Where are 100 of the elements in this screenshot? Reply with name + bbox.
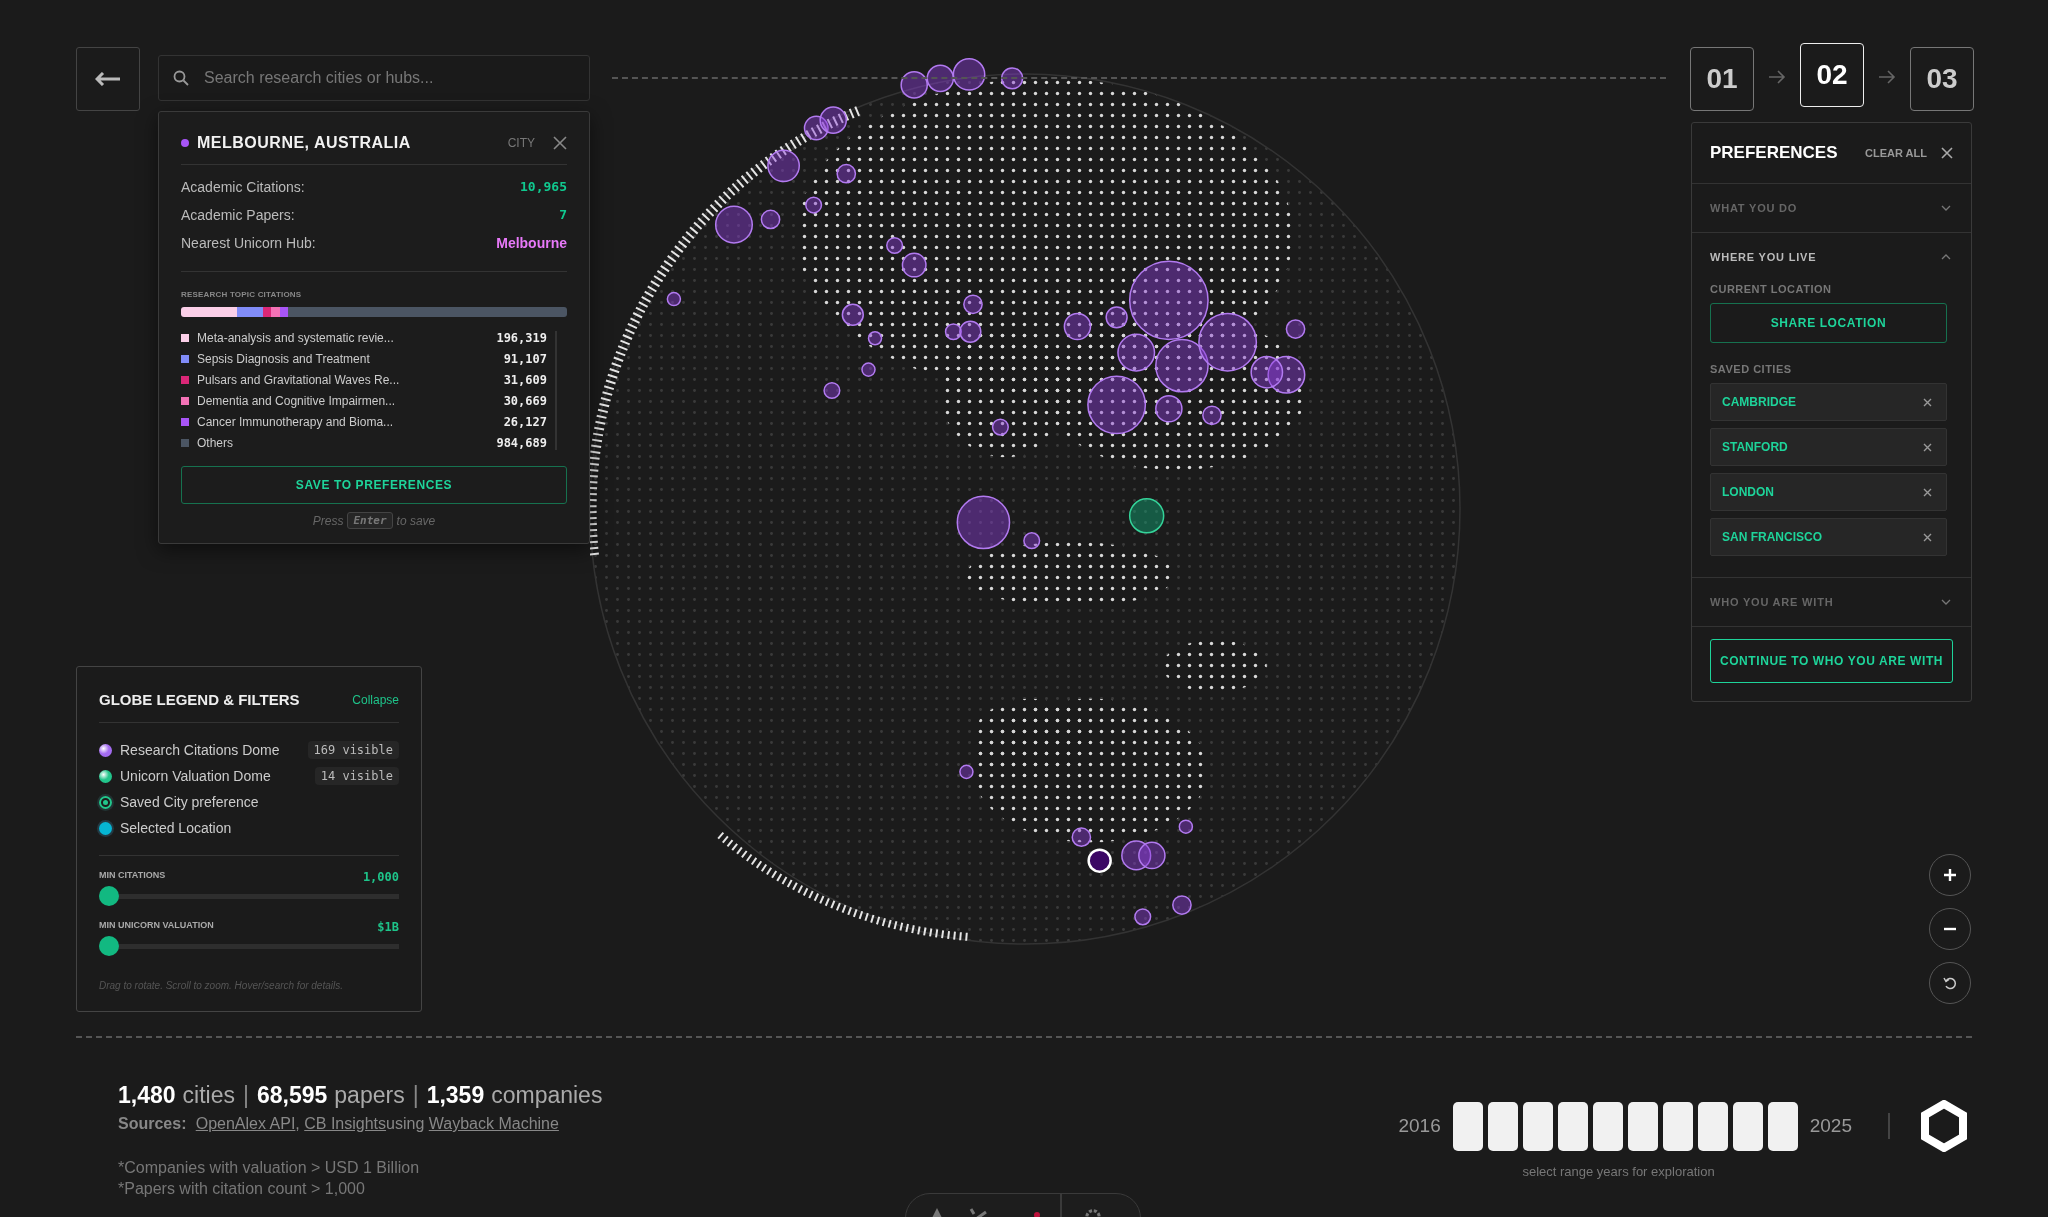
save-button[interactable]: SAVE TO PREFERENCES (181, 466, 567, 504)
separator: | (412, 1082, 419, 1109)
topic-value: 984,689 (496, 436, 547, 450)
minus-icon (1943, 927, 1957, 931)
chevron-down-icon (1941, 205, 1951, 211)
remove-icon[interactable] (1923, 487, 1932, 497)
legend-label: Selected Location (120, 820, 233, 836)
stat-value: Melbourne (496, 235, 567, 251)
search-icon (173, 70, 189, 86)
city-title: MELBOURNE, AUSTRALIA (197, 134, 412, 152)
topic-name: Dementia and Cognitive Impairmen... (197, 394, 397, 408)
sources-note: Sources: OpenAlex API, CB Insightsusing Wayback Machine (118, 1115, 560, 1133)
topic-name: Others (197, 436, 234, 450)
remove-icon[interactable] (1923, 442, 1932, 452)
hint-text: Press (312, 513, 344, 528)
topic-value: 26,127 (503, 415, 547, 429)
step-tab[interactable]: 03 (1910, 47, 1974, 111)
panel-title: GLOBE LEGEND & FILTERS (99, 691, 300, 708)
city-name: LONDON (1722, 485, 1774, 499)
topic-value: 30,669 (503, 394, 547, 408)
stat-value: 10,965 (520, 179, 567, 195)
stat-label: Nearest Unicorn Hub: (181, 235, 316, 251)
footnote: *Papers with citation count > 1,000 (118, 1179, 366, 1199)
year-cell[interactable] (1662, 1101, 1693, 1151)
source-link[interactable]: CB Insights (304, 1115, 387, 1132)
city-name: SAN FRANCISCO (1722, 530, 1822, 544)
source-link[interactable]: Wayback Machine (428, 1115, 559, 1132)
zoom-in-button[interactable] (1929, 854, 1971, 896)
stat-label: Academic Citations: (181, 179, 305, 195)
year-label: 2016 (1398, 1115, 1441, 1137)
topic-value: 196,319 (496, 331, 547, 345)
field-label: SAVED CITIES (1710, 363, 1793, 375)
back-arrow-icon (95, 72, 121, 86)
slider-thumb[interactable] (99, 936, 119, 956)
field-label: CURRENT LOCATION (1710, 283, 1833, 295)
chevron-up-icon (1941, 254, 1951, 260)
chevron-down-icon (1941, 599, 1951, 605)
count-badge: 14 visible (314, 767, 399, 785)
year-cell[interactable] (1592, 1101, 1623, 1151)
slider-value: 1,000 (362, 870, 399, 884)
count-number: 1,480 (118, 1082, 176, 1109)
slider-thumb[interactable] (99, 886, 119, 906)
search-field[interactable]: Search research cities or hubs... (158, 55, 590, 101)
legend-label: Saved City preference (120, 794, 260, 810)
close-icon[interactable] (1941, 147, 1953, 159)
clear-all-button[interactable]: CLEAR ALL (1865, 147, 1927, 159)
year-cell[interactable] (1522, 1101, 1553, 1151)
slider-label: MIN UNICORN VALUATION (99, 920, 214, 932)
panel-title: PREFERENCES (1710, 143, 1839, 163)
legend-label: Research Citations Dome (120, 742, 281, 758)
topic-value: 91,107 (503, 352, 547, 366)
topic-name: Cancer Immunotherapy and Bioma... (197, 415, 395, 429)
year-cell[interactable] (1697, 1101, 1728, 1151)
city-name: STANFORD (1722, 440, 1788, 454)
share-location-button[interactable]: SHARE LOCATION (1710, 303, 1947, 343)
close-icon[interactable] (553, 136, 567, 150)
count-unit: papers (334, 1082, 405, 1109)
topic-value: 31,609 (503, 373, 547, 387)
reset-view-button[interactable] (1929, 962, 1971, 1004)
remove-icon[interactable] (1923, 397, 1932, 407)
step-tab[interactable]: 01 (1690, 47, 1754, 111)
back-button[interactable] (76, 47, 140, 111)
arrow-right-icon (1878, 70, 1896, 84)
footnote: *Companies with valuation > USD 1 Billion (118, 1158, 421, 1178)
caption: select range years for exploration (1522, 1164, 1715, 1179)
slider-label: MIN CITATIONS (99, 870, 166, 882)
year-cell[interactable] (1487, 1101, 1518, 1151)
section-heading: RESEARCH TOPIC CITATIONS (181, 290, 303, 299)
slider-value: $1B (377, 920, 399, 934)
section-header[interactable]: WHERE YOU LIVE (1692, 233, 1971, 281)
city-type: CITY (507, 136, 535, 150)
year-label: 2025 (1809, 1115, 1852, 1137)
count-number: 68,595 (256, 1082, 328, 1109)
plus-icon (1943, 868, 1957, 882)
arrow-right-icon (1768, 70, 1786, 84)
legend-label: Unicorn Valuation Dome (120, 768, 272, 784)
count-unit: companies (491, 1082, 603, 1109)
topic-name: Meta-analysis and systematic revie... (197, 331, 395, 345)
source-link[interactable]: OpenAlex API (195, 1115, 296, 1132)
topic-name: Sepsis Diagnosis and Treatment (197, 352, 371, 366)
city-name: CAMBRIDGE (1722, 395, 1796, 409)
year-cell[interactable] (1732, 1101, 1763, 1151)
topic-name: Pulsars and Gravitational Waves Re... (197, 373, 401, 387)
stat-label: Academic Papers: (181, 207, 295, 223)
remove-icon[interactable] (1923, 532, 1932, 542)
year-cell[interactable] (1767, 1101, 1798, 1151)
stat-value: 7 (559, 207, 567, 223)
key-label: Enter (347, 512, 393, 529)
count-badge: 169 visible (307, 741, 399, 759)
continue-button[interactable]: CONTINUE TO WHO YOU ARE WITH (1710, 639, 1953, 683)
count-number: 1,359 (426, 1082, 485, 1109)
count-unit: cities (182, 1082, 235, 1109)
step-tab[interactable]: 02 (1800, 43, 1864, 107)
year-cell[interactable] (1627, 1101, 1658, 1151)
hexagon-icon (1920, 1100, 1968, 1152)
collapse-link[interactable]: Collapse (352, 692, 399, 707)
separator: | (242, 1082, 249, 1109)
hint-text: to save (396, 513, 436, 528)
year-cell[interactable] (1557, 1101, 1588, 1151)
year-cell[interactable] (1452, 1101, 1483, 1151)
